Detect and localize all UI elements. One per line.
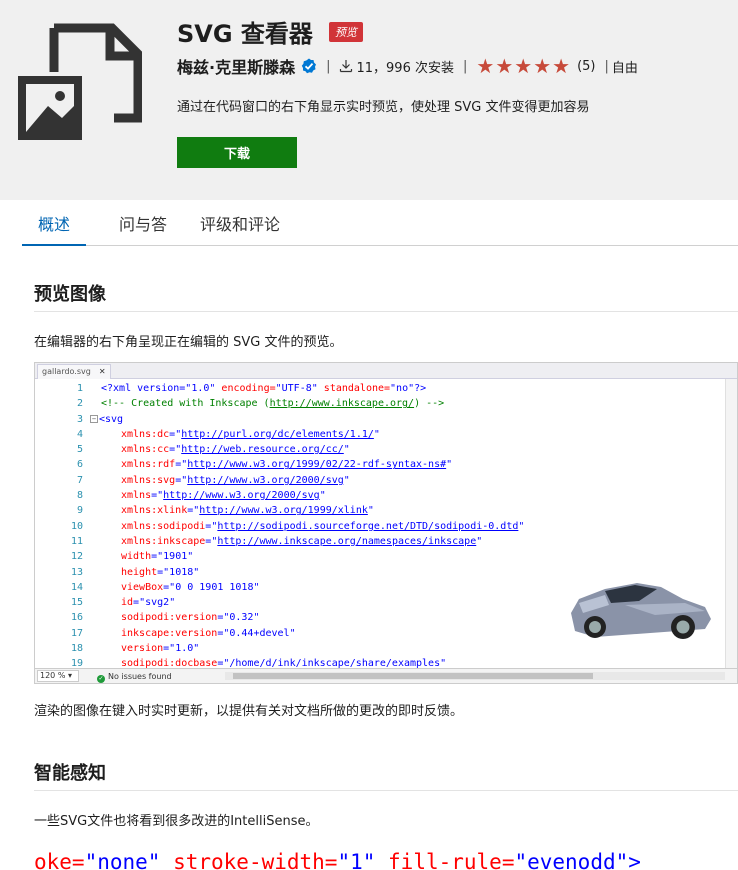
section-title-preview: 预览图像 xyxy=(34,284,106,305)
separator: | xyxy=(462,58,468,74)
fold-toggle-icon[interactable]: − xyxy=(90,414,98,423)
tab-qna[interactable]: 问与答 xyxy=(119,204,167,246)
preview-followup-text: 渲染的图像在键入时实时更新，以提供有关对文档所做的更改的即时反馈。 xyxy=(34,704,464,719)
close-icon: ✕ xyxy=(98,367,106,376)
star-icon: ★ xyxy=(552,54,571,78)
svg-file-image-icon xyxy=(18,23,142,140)
code-line: 12 width="1901" xyxy=(70,551,194,563)
rating-count[interactable]: (5) xyxy=(577,59,595,74)
code-line: 8 xmlns="http://www.w3.org/2000/svg" xyxy=(76,490,326,502)
download-button[interactable]: 下载 xyxy=(177,137,297,168)
extension-title: SVG 查看器 xyxy=(177,20,313,48)
divider xyxy=(34,311,738,312)
editor-tab-bar: gallardo.svg ✕ xyxy=(35,363,737,379)
price-label: 自由 xyxy=(611,60,638,76)
horizontal-scrollbar[interactable] xyxy=(225,672,725,680)
star-icon: ★ xyxy=(476,54,495,78)
separator: | xyxy=(604,58,609,74)
code-line: 1 <?xml version="1.0" encoding="UTF-8" st… xyxy=(76,383,427,394)
code-line: 5 xmlns:cc="http://web.resource.org/cc/" xyxy=(76,444,350,456)
extension-meta: 梅兹·克里斯滕森 | 11，996 次安装 | ★ ★ ★ ★ ★ (5) | … xyxy=(177,55,638,77)
scrollbar-thumb[interactable] xyxy=(233,673,593,679)
verified-badge-icon xyxy=(301,58,317,74)
preview-badge: 预览 xyxy=(328,21,363,42)
publisher-link[interactable]: 梅兹·克里斯滕森 xyxy=(177,54,295,78)
status-text: No issues found xyxy=(108,672,172,681)
code-line: 4 xmlns:dc="http://purl.org/dc/elements/1… xyxy=(76,428,380,440)
install-count: 11，996 次安装 xyxy=(356,60,454,76)
code-line: 7 xmlns:svg="http://www.w3.org/2000/svg" xyxy=(76,474,350,486)
code-line: 11 xmlns:inkscape="http://www.inkscape.or… xyxy=(70,535,483,547)
svg-car-preview-image xyxy=(571,583,711,639)
download-count-icon xyxy=(340,60,353,73)
code-line: 3− <svg xyxy=(76,413,124,425)
extension-header: SVG 查看器 预览 梅兹·克里斯滕森 | 11，996 次安装 | ★ ★ ★… xyxy=(0,0,738,200)
divider xyxy=(34,790,738,791)
section-title-intellisense: 智能感知 xyxy=(34,763,106,784)
star-icon: ★ xyxy=(514,54,533,78)
check-circle-icon: ✓ xyxy=(97,675,105,683)
status-indicator: ✓ No issues found xyxy=(97,670,172,683)
editor-file-name: gallardo.svg xyxy=(42,367,91,376)
editor-file-tab: gallardo.svg ✕ xyxy=(37,364,111,379)
intellisense-code-preview: oke="none" stroke-width="1" fill-rule="e… xyxy=(34,850,641,870)
editor-screenshot: gallardo.svg ✕ 1 <?xml version="1.0" encod… xyxy=(34,362,738,684)
tab-ratings-reviews[interactable]: 评级和评论 xyxy=(200,204,280,246)
tab-overview[interactable]: 概述 xyxy=(22,204,87,246)
zoom-select[interactable]: 120 % ▾ xyxy=(37,670,79,682)
star-icon: ★ xyxy=(495,54,514,78)
code-line: 6 xmlns:rdf="http://www.w3.org/1999/02/22… xyxy=(76,459,453,471)
extension-description: 通过在代码窗口的右下角显示实时预览，使处理 SVG 文件变得更加容易 xyxy=(177,100,590,115)
editor-status-bar: 120 % ▾ ✓ No issues found xyxy=(35,668,737,683)
separator: | xyxy=(326,58,331,74)
intellisense-description: 一些SVG文件也将看到很多改进的IntelliSense。 xyxy=(34,814,319,829)
code-line: 9 xmlns:xlink="http://www.w3.org/1999/xli… xyxy=(76,505,374,517)
detail-tabs: 概述 问与答 评级和评论 xyxy=(22,204,738,246)
code-line: 2 <!-- Created with Inkscape (http://www.… xyxy=(76,398,445,410)
code-line: 10 xmlns:sodipodi="http://sodipodi.source… xyxy=(70,520,525,532)
preview-description: 在编辑器的右下角呈现正在编辑的 SVG 文件的预览。 xyxy=(34,335,343,350)
star-icon: ★ xyxy=(533,54,552,78)
vertical-scrollbar[interactable] xyxy=(725,379,737,669)
rating-stars[interactable]: ★ ★ ★ ★ ★ xyxy=(476,56,571,76)
